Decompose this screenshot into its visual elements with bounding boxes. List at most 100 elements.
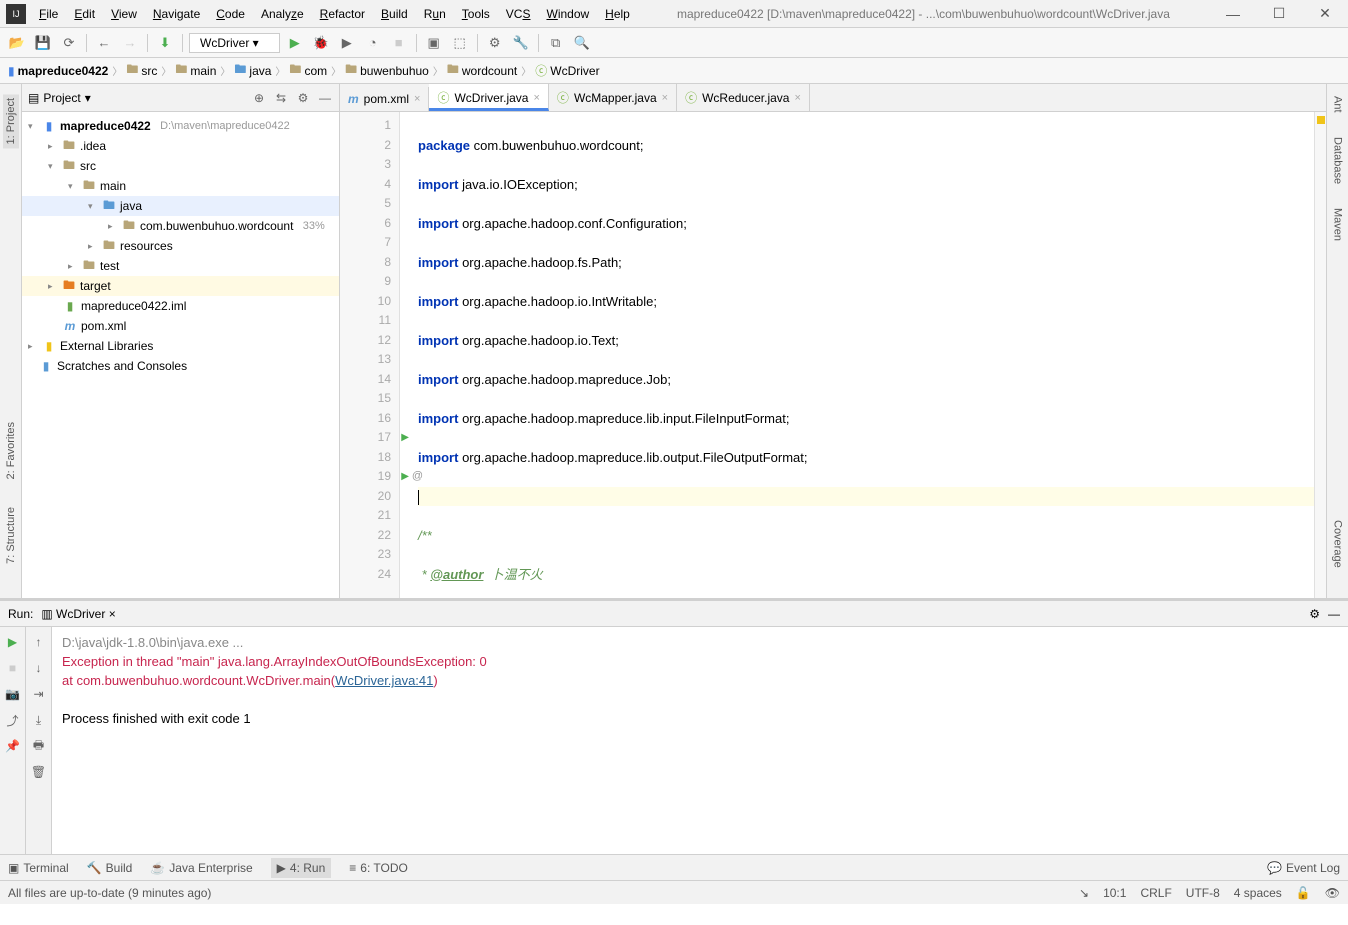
save-icon[interactable]: 💾 <box>32 32 54 54</box>
hide-icon[interactable]: — <box>317 90 333 106</box>
tool-build[interactable]: 🔨 Build <box>87 861 133 875</box>
tree-target[interactable]: ▸🖿target <box>22 276 339 296</box>
inspect-icon[interactable]: 👁 <box>1325 886 1340 900</box>
indent-info[interactable]: 4 spaces <box>1234 886 1282 900</box>
hide-icon[interactable]: — <box>1328 607 1340 621</box>
tool-todo[interactable]: ≡ 6: TODO <box>349 861 408 875</box>
maximize-button[interactable]: ☐ <box>1256 0 1302 28</box>
menu-edit[interactable]: Edit <box>67 3 102 25</box>
tab-wcdriver[interactable]: ⓒWcDriver.java× <box>429 84 548 111</box>
crumb-src[interactable]: 🖿src <box>126 60 157 81</box>
tool-database[interactable]: Database <box>1330 133 1346 188</box>
wrap-icon[interactable]: ⇥ <box>30 685 48 703</box>
file-encoding[interactable]: UTF-8 <box>1186 886 1220 900</box>
crumb-com[interactable]: 🖿com <box>289 60 327 81</box>
tool-structure[interactable]: 7: Structure <box>3 503 19 568</box>
goto-icon[interactable]: ↘ <box>1079 886 1089 900</box>
up-icon[interactable]: ↑ <box>30 633 48 651</box>
lock-icon[interactable]: 🔓 <box>1296 886 1311 900</box>
rerun-icon[interactable]: ▶ <box>4 633 22 651</box>
coverage-icon[interactable]: ▶ <box>336 32 358 54</box>
forward-icon[interactable]: → <box>119 32 141 54</box>
minimize-button[interactable]: — <box>1210 0 1256 28</box>
menu-file[interactable]: File <box>32 3 65 25</box>
settings-icon[interactable]: 🔧 <box>510 32 532 54</box>
menu-help[interactable]: Help <box>598 3 637 25</box>
menu-refactor[interactable]: Refactor <box>313 3 372 25</box>
down-icon[interactable]: ↓ <box>30 659 48 677</box>
search-icon[interactable]: 🔍 <box>571 32 593 54</box>
tree-test[interactable]: ▸🖿test <box>22 256 339 276</box>
run-config-selector[interactable]: WcDriver ▾ <box>189 33 280 53</box>
crumb-class[interactable]: ⓒWcDriver <box>535 62 599 79</box>
build-icon[interactable]: ⬇ <box>154 32 176 54</box>
tree-iml[interactable]: ▮mapreduce0422.iml <box>22 296 339 316</box>
tree-resources[interactable]: ▸🖿resources <box>22 236 339 256</box>
code-editor[interactable]: package com.buwenbuhuo.wordcount; import… <box>400 112 1314 598</box>
menu-view[interactable]: View <box>104 3 144 25</box>
clear-icon[interactable]: 🗑 <box>30 763 48 781</box>
tree-idea[interactable]: ▸🖿.idea <box>22 136 339 156</box>
tree-src[interactable]: ▾🖿src <box>22 156 339 176</box>
dump-icon[interactable]: 📷 <box>4 685 22 703</box>
stop-icon[interactable]: ■ <box>4 659 22 677</box>
refresh-icon[interactable]: ⟳ <box>58 32 80 54</box>
menu-code[interactable]: Code <box>209 3 252 25</box>
crumb-main[interactable]: 🖿main <box>175 60 216 81</box>
menu-vcs[interactable]: VCS <box>499 3 538 25</box>
run-config-name[interactable]: ▥ WcDriver × <box>41 607 115 621</box>
tool-project[interactable]: 1: Project <box>3 94 19 148</box>
crumb-wc[interactable]: 🖿wordcount <box>447 60 517 81</box>
print-icon[interactable]: 🖶 <box>30 737 48 755</box>
profile-icon[interactable]: ◔ <box>362 32 384 54</box>
pin-icon[interactable]: 📌 <box>4 737 22 755</box>
run-output[interactable]: D:\java\jdk-1.8.0\bin\java.exe ... Excep… <box>52 627 1348 854</box>
tree-scratches[interactable]: ▮Scratches and Consoles <box>22 356 339 376</box>
locate-icon[interactable]: ⊕ <box>251 90 267 106</box>
stop-icon[interactable]: ■ <box>388 32 410 54</box>
run-icon[interactable]: ▶ <box>284 32 306 54</box>
line-separator[interactable]: CRLF <box>1140 886 1171 900</box>
tool-eventlog[interactable]: 💬 Event Log <box>1267 861 1340 875</box>
back-icon[interactable]: ← <box>93 32 115 54</box>
run-gutter-icon[interactable]: ▶ <box>401 467 409 487</box>
tab-wcreducer[interactable]: ⓒWcReducer.java× <box>677 84 810 111</box>
debug-icon[interactable]: 🐞 <box>310 32 332 54</box>
tool-favorites[interactable]: 2: Favorites <box>3 418 19 483</box>
tool-maven[interactable]: Maven <box>1330 204 1346 245</box>
terminal-icon[interactable]: ⧉ <box>545 32 567 54</box>
open-icon[interactable]: 📂 <box>6 32 28 54</box>
marker-bar[interactable] <box>1314 112 1326 598</box>
menu-analyze[interactable]: Analyze <box>254 3 311 25</box>
gear-icon[interactable]: ⚙ <box>1309 607 1320 621</box>
project-panel-title[interactable]: ▤ Project ▾ <box>28 91 245 105</box>
caret-position[interactable]: 10:1 <box>1103 886 1126 900</box>
tab-pom[interactable]: mpom.xml× <box>340 87 429 111</box>
crumb-bwbh[interactable]: 🖿buwenbuhuo <box>345 60 429 81</box>
collapse-icon[interactable]: ⇆ <box>273 90 289 106</box>
menu-navigate[interactable]: Navigate <box>146 3 207 25</box>
settings-icon[interactable]: ⚙ <box>295 90 311 106</box>
scroll-icon[interactable]: ⤓ <box>30 711 48 729</box>
tree-external[interactable]: ▸▮External Libraries <box>22 336 339 356</box>
tree-root[interactable]: ▾▮mapreduce0422 D:\maven\mapreduce0422 <box>22 116 339 136</box>
tree-pom[interactable]: mpom.xml <box>22 316 339 336</box>
tree-main[interactable]: ▾🖿main <box>22 176 339 196</box>
stacktrace-link[interactable]: WcDriver.java:41 <box>335 673 433 688</box>
menu-tools[interactable]: Tools <box>455 3 497 25</box>
tab-wcmapper[interactable]: ⓒWcMapper.java× <box>549 84 677 111</box>
crumb-root[interactable]: ▮mapreduce0422 <box>8 64 108 78</box>
tree-package[interactable]: ▸🖿com.buwenbuhuo.wordcount 33% <box>22 216 339 236</box>
close-icon[interactable]: × <box>662 92 668 104</box>
warning-marker[interactable] <box>1317 116 1325 124</box>
run-gutter-icon[interactable]: ▶ <box>401 428 409 448</box>
avd-icon[interactable]: ▣ <box>423 32 445 54</box>
tool-coverage[interactable]: Coverage <box>1330 516 1346 572</box>
close-icon[interactable]: × <box>533 92 539 104</box>
menu-build[interactable]: Build <box>374 3 415 25</box>
menu-window[interactable]: Window <box>539 3 596 25</box>
crumb-java[interactable]: 🖿java <box>234 60 271 81</box>
tool-run[interactable]: ▶ 4: Run <box>271 858 332 878</box>
tool-jee[interactable]: ☕ Java Enterprise <box>150 861 252 875</box>
close-icon[interactable]: × <box>794 92 800 104</box>
